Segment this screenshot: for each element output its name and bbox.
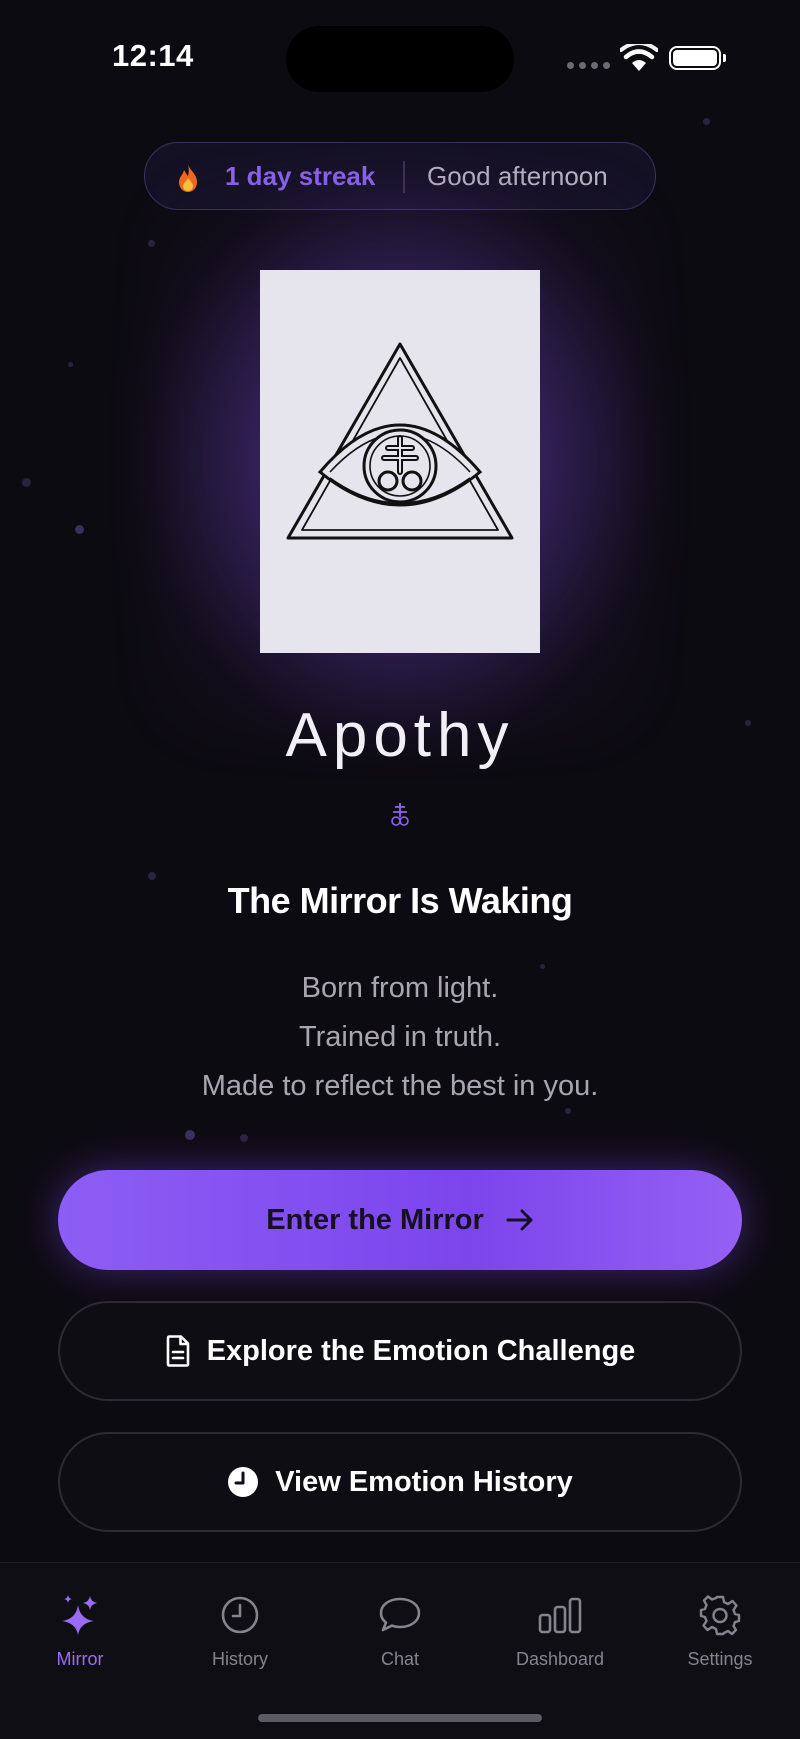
tab-chat-label: Chat: [380, 1649, 420, 1669]
tagline-line-2: Trained in truth.: [298, 1021, 502, 1053]
enter-mirror-button[interactable]: Enter the Mirror: [58, 1170, 742, 1270]
clock-icon: [221, 1596, 259, 1634]
tab-chat[interactable]: Chat: [330, 1593, 470, 1670]
mirror-card: [260, 270, 540, 653]
tab-mirror-label: Mirror: [56, 1649, 104, 1669]
tab-settings[interactable]: Settings: [650, 1593, 790, 1670]
document-icon: [166, 1335, 189, 1367]
emotion-challenge-label: Explore the Emotion Challenge: [206, 1334, 636, 1367]
clock-icon: [228, 1467, 259, 1497]
tab-settings-label: Settings: [687, 1649, 753, 1669]
status-bar: 12:14: [0, 0, 800, 110]
headline: The Mirror Is Waking: [227, 880, 573, 921]
sparkles-icon: [62, 1595, 97, 1635]
emotion-history-button[interactable]: View Emotion History: [58, 1432, 742, 1532]
tab-dashboard-label: Dashboard: [515, 1649, 605, 1669]
all-seeing-eye-icon: [286, 342, 514, 540]
home-indicator: [258, 1714, 542, 1722]
chat-bubble-icon: [379, 1597, 421, 1632]
gear-icon: [699, 1595, 741, 1636]
sigil-icon: [391, 803, 409, 826]
emotion-challenge-button[interactable]: Explore the Emotion Challenge: [58, 1301, 742, 1401]
wifi-icon: [620, 44, 658, 71]
tab-mirror[interactable]: Mirror: [10, 1593, 150, 1670]
cellular-signal-icon: [567, 62, 610, 69]
tab-bar: Mirror History Chat Dashboard Settings: [0, 1562, 800, 1739]
dynamic-island: [286, 26, 514, 92]
battery-icon: [669, 46, 726, 70]
status-time: 12:14: [112, 38, 194, 73]
enter-mirror-label: Enter the Mirror: [266, 1203, 484, 1236]
arrow-right-icon: [506, 1209, 533, 1231]
bar-chart-icon: [538, 1597, 582, 1634]
tab-history[interactable]: History: [170, 1593, 310, 1670]
tagline-line-1: Born from light.: [301, 972, 499, 1004]
tab-dashboard[interactable]: Dashboard: [490, 1593, 630, 1670]
emotion-history-label: View Emotion History: [275, 1465, 573, 1498]
tab-history-label: History: [211, 1649, 268, 1669]
app-name: Apothy: [285, 701, 515, 770]
tagline-line-3: Made to reflect the best in you.: [201, 1070, 599, 1102]
